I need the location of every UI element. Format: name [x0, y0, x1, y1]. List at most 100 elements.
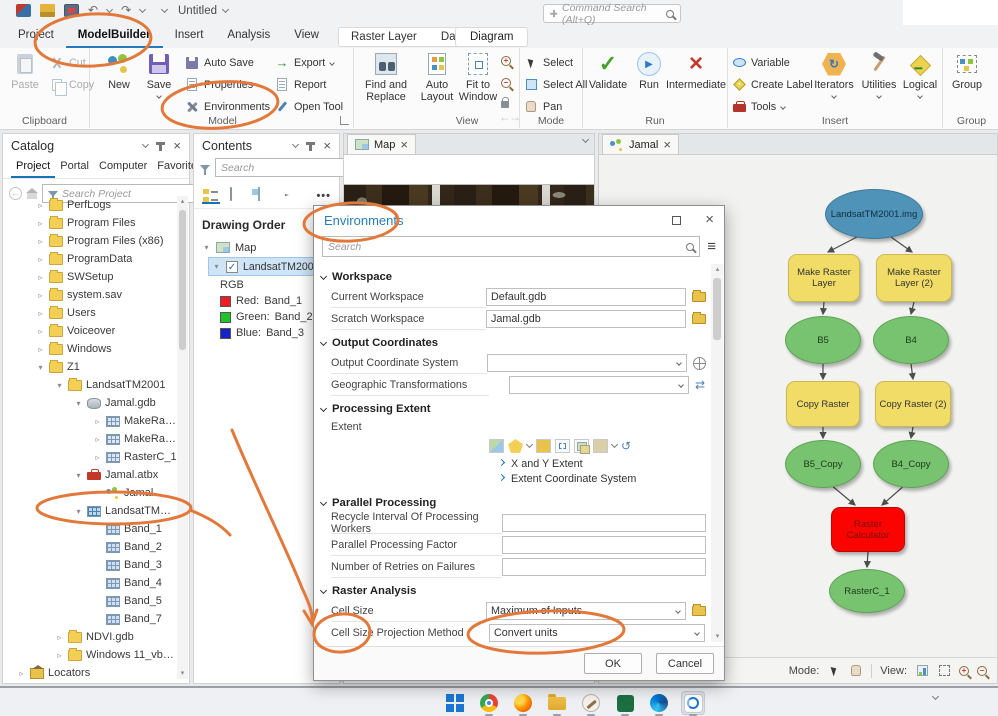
tree-item[interactable]: ▹ ProgramData	[3, 250, 177, 268]
tree-item[interactable]: ▹ Program Files (x86)	[3, 232, 177, 250]
tree-item[interactable]: ▹ Locators	[3, 664, 177, 679]
extent-coordinate-system-expander[interactable]: Extent Coordinate System	[314, 471, 710, 486]
taskbar-icon[interactable]	[545, 691, 569, 716]
model-node-error-tool[interactable]: Raster Calculator	[831, 507, 905, 552]
expander-icon[interactable]: ▹	[93, 417, 102, 426]
redo-dropdown-icon[interactable]	[139, 5, 147, 13]
iterators-button[interactable]: ↻ Iterators	[810, 52, 858, 99]
close-icon[interactable]	[323, 140, 331, 152]
scratch-workspace-input[interactable]	[486, 310, 686, 328]
paste-button[interactable]: Paste	[4, 52, 46, 91]
taskbar-icon[interactable]	[647, 691, 671, 716]
tree-item[interactable]: ▹ Windows	[3, 340, 177, 358]
intermediate-button[interactable]: × Intermediate	[665, 52, 727, 92]
pan-button[interactable]: Pan	[524, 98, 562, 115]
expander-icon[interactable]: ▾	[202, 243, 211, 252]
cell-size-select[interactable]	[486, 602, 686, 620]
section-workspace[interactable]: Workspace	[314, 268, 710, 286]
model-node-tool[interactable]: Make Raster Layer	[788, 254, 860, 302]
open-tool-button[interactable]: Open Tool	[275, 98, 343, 115]
dialog-search-input[interactable]	[328, 240, 683, 253]
tree-item[interactable]: ▹ NDVI.gdb	[3, 628, 177, 646]
close-icon[interactable]	[663, 139, 671, 151]
tree-item[interactable]: Band_2	[3, 538, 177, 556]
expander-icon[interactable]: ▹	[36, 309, 45, 318]
scrollbar-thumb[interactable]	[179, 210, 186, 350]
ribbon-tab[interactable]: Project	[6, 26, 66, 48]
filter-icon[interactable]	[200, 164, 210, 175]
cut-button[interactable]: Cut	[50, 54, 86, 71]
expander-icon[interactable]: ▾	[74, 471, 83, 480]
utilities-dropdown-icon[interactable]	[876, 93, 882, 99]
create-label-button[interactable]: Create Label	[732, 76, 813, 93]
group-button[interactable]: Group	[947, 52, 987, 91]
undo-icon[interactable]: ↶	[88, 4, 98, 17]
model-node-derived[interactable]: B5_Copy	[785, 440, 861, 488]
panel-menu-icon[interactable]	[292, 140, 300, 149]
intersect-layers-icon[interactable]	[574, 439, 590, 454]
current-workspace-input[interactable]	[486, 288, 686, 306]
project-package-icon[interactable]	[16, 4, 31, 17]
output-coordinate-system-select[interactable]	[487, 354, 687, 372]
tree-item[interactable]: ▹ Voiceover	[3, 322, 177, 340]
system-tray-chevron-icon[interactable]	[931, 692, 940, 701]
customize-toolbar-icon[interactable]	[161, 5, 169, 13]
auto-layout-button[interactable]: Auto Layout	[417, 52, 457, 103]
section-raster-analysis[interactable]: Raster Analysis	[314, 582, 710, 600]
maximize-icon[interactable]	[672, 215, 682, 225]
scroll-down-icon[interactable]: ▾	[714, 633, 721, 640]
tree-item[interactable]: ▹ system.sav	[3, 286, 177, 304]
tree-item[interactable]: Band_5	[3, 592, 177, 610]
section-parallel-processing[interactable]: Parallel Processing	[314, 494, 710, 512]
model-node-derived[interactable]: RasterC_1	[829, 569, 905, 613]
tree-item[interactable]: ▹ PerfLogs	[3, 196, 177, 214]
expander-icon[interactable]: ▾	[36, 363, 45, 372]
expander-icon[interactable]: ▹	[36, 201, 45, 210]
zoom-out-icon[interactable]: −	[977, 665, 987, 676]
browse-folder-icon[interactable]	[692, 604, 706, 616]
scroll-down-icon[interactable]: ▾	[179, 670, 186, 677]
extent-indicator-icon[interactable]	[555, 439, 570, 453]
utilities-button[interactable]: Utilities	[858, 52, 900, 99]
export-button[interactable]: → Export	[275, 54, 336, 71]
expander-icon[interactable]: ▹	[93, 453, 102, 462]
lock-icon[interactable]	[501, 97, 509, 108]
list-by-source-icon[interactable]	[230, 187, 248, 204]
variable-button[interactable]: Variable	[732, 54, 790, 71]
tree-item[interactable]: Band_7	[3, 610, 177, 628]
save-button[interactable]: Save	[138, 52, 180, 99]
zoom-in-icon[interactable]: +	[959, 665, 969, 676]
tree-item[interactable]: ▹ MakeRas_Land...	[3, 412, 177, 430]
section-output-coordinates[interactable]: Output Coordinates	[314, 334, 710, 352]
expander-icon[interactable]: ▹	[36, 237, 45, 246]
taskbar-icon[interactable]	[681, 691, 705, 716]
model-node-derived[interactable]: B4_Copy	[873, 440, 949, 488]
expander-icon[interactable]: ▹	[55, 651, 64, 660]
expander-icon[interactable]: ▹	[55, 633, 64, 642]
save-dropdown-icon[interactable]	[156, 93, 162, 99]
tools-button[interactable]: Tools	[732, 98, 787, 115]
tab-map[interactable]: Map	[347, 134, 416, 154]
cancel-button[interactable]: Cancel	[656, 653, 714, 674]
expander-icon[interactable]: ▾	[74, 399, 83, 408]
logical-dropdown-icon[interactable]	[917, 93, 923, 99]
geographic-transformations-select[interactable]	[509, 376, 689, 394]
undo-dropdown-icon[interactable]	[106, 5, 114, 13]
chevron-down-icon[interactable]	[525, 440, 534, 449]
iterators-dropdown-icon[interactable]	[831, 93, 837, 99]
list-by-editing-icon[interactable]	[286, 188, 304, 204]
cell-size-projection-select[interactable]	[489, 624, 705, 642]
browse-folder-icon[interactable]	[536, 439, 551, 453]
list-by-selection-icon[interactable]	[258, 187, 276, 204]
taskbar-icon[interactable]	[443, 691, 467, 715]
catalog-tab[interactable]: Portal	[55, 158, 94, 178]
chevron-down-icon[interactable]	[610, 440, 619, 449]
expander-icon[interactable]: ▹	[36, 255, 45, 264]
save-project-icon[interactable]	[64, 4, 79, 17]
ribbon-tab[interactable]: View	[282, 26, 331, 48]
search-icon[interactable]	[686, 242, 695, 251]
tab-diagram[interactable]: Diagram	[455, 27, 529, 47]
context-tab[interactable]: Raster Layer	[339, 31, 429, 43]
taskbar-icon[interactable]	[613, 691, 637, 716]
contents-search-input[interactable]	[221, 161, 356, 174]
